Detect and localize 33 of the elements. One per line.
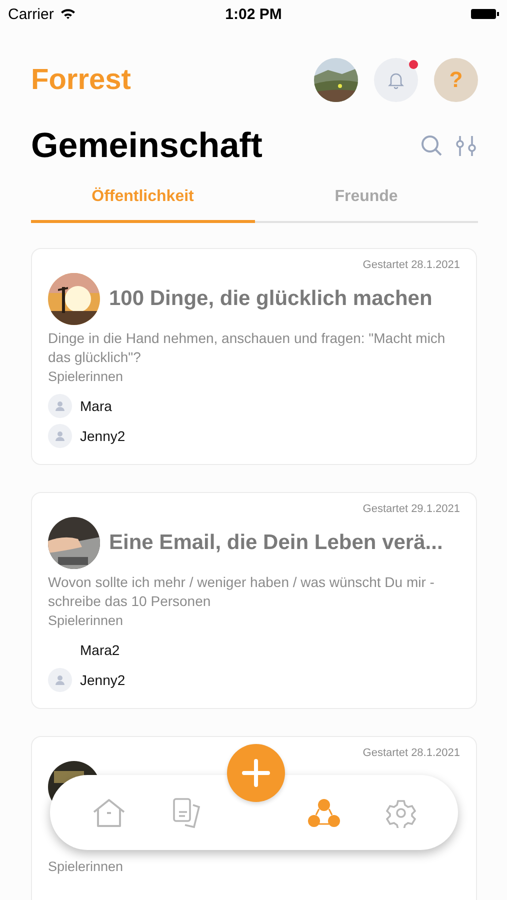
start-date: Gestartet 28.1.2021 bbox=[362, 747, 460, 759]
players-label: Spielerinnen bbox=[48, 858, 124, 876]
battery-icon bbox=[470, 8, 499, 20]
players-label: Spielerinnen bbox=[48, 612, 124, 630]
start-date: Gestartet 29.1.2021 bbox=[362, 503, 460, 515]
status-time: 1:02 PM bbox=[225, 6, 282, 22]
game-card[interactable]: Gestartet 28.1.2021 100 Dinge, die glücklich machen Dinge in die Hand nehmen, anschauen und fragen: "Macht mich das glücklich"? Spielerinnen Mara Jenny2 bbox=[31, 248, 477, 465]
settings-icon bbox=[386, 798, 416, 828]
wifi-icon bbox=[60, 8, 76, 20]
game-title: Eine Email, die Dein Leben verä... bbox=[109, 531, 443, 555]
game-title: 100 Dinge, die glücklich machen bbox=[109, 287, 432, 311]
carrier-name: Carrier bbox=[8, 6, 54, 22]
bell-icon bbox=[388, 72, 404, 88]
player-name: Jenny2 bbox=[80, 672, 126, 688]
filter-icon[interactable] bbox=[454, 134, 478, 158]
app-name: Forrest bbox=[31, 64, 131, 96]
search-icon[interactable] bbox=[420, 134, 444, 158]
three-circles-icon bbox=[307, 796, 342, 828]
start-date: Gestartet 28.1.2021 bbox=[362, 259, 460, 271]
house-icon bbox=[92, 796, 126, 828]
player-name: Mara2 bbox=[80, 642, 120, 658]
tab[interactable]: Freunde bbox=[254, 182, 478, 223]
plus-icon bbox=[242, 759, 270, 787]
page-title: Gemeinschaft bbox=[31, 126, 262, 166]
tab[interactable]: Öffentlichkeit bbox=[31, 182, 254, 223]
players-label: Spielerinnen bbox=[48, 368, 124, 386]
player-name: Mara bbox=[80, 398, 112, 414]
game-description: Dinge in die Hand nehmen, anschauen und fragen: "Macht mich das glücklich"? bbox=[48, 329, 446, 367]
notifications-button[interactable] bbox=[374, 58, 418, 102]
game-description: Wovon sollte ich mehr / weniger haben / was wünscht Du mir - schreibe das 10 Personen bbox=[48, 573, 436, 611]
game-card[interactable]: Gestartet 29.1.2021 Eine Email, die Dein Leben verä... Wovon sollte ich mehr / weniger haben / was wünscht Du mir - schreibe das 10 Personen Spielerinnen Mara2 Jenny2 bbox=[31, 492, 477, 709]
cards-icon bbox=[170, 796, 203, 828]
player-name: Jenny2 bbox=[80, 428, 126, 444]
